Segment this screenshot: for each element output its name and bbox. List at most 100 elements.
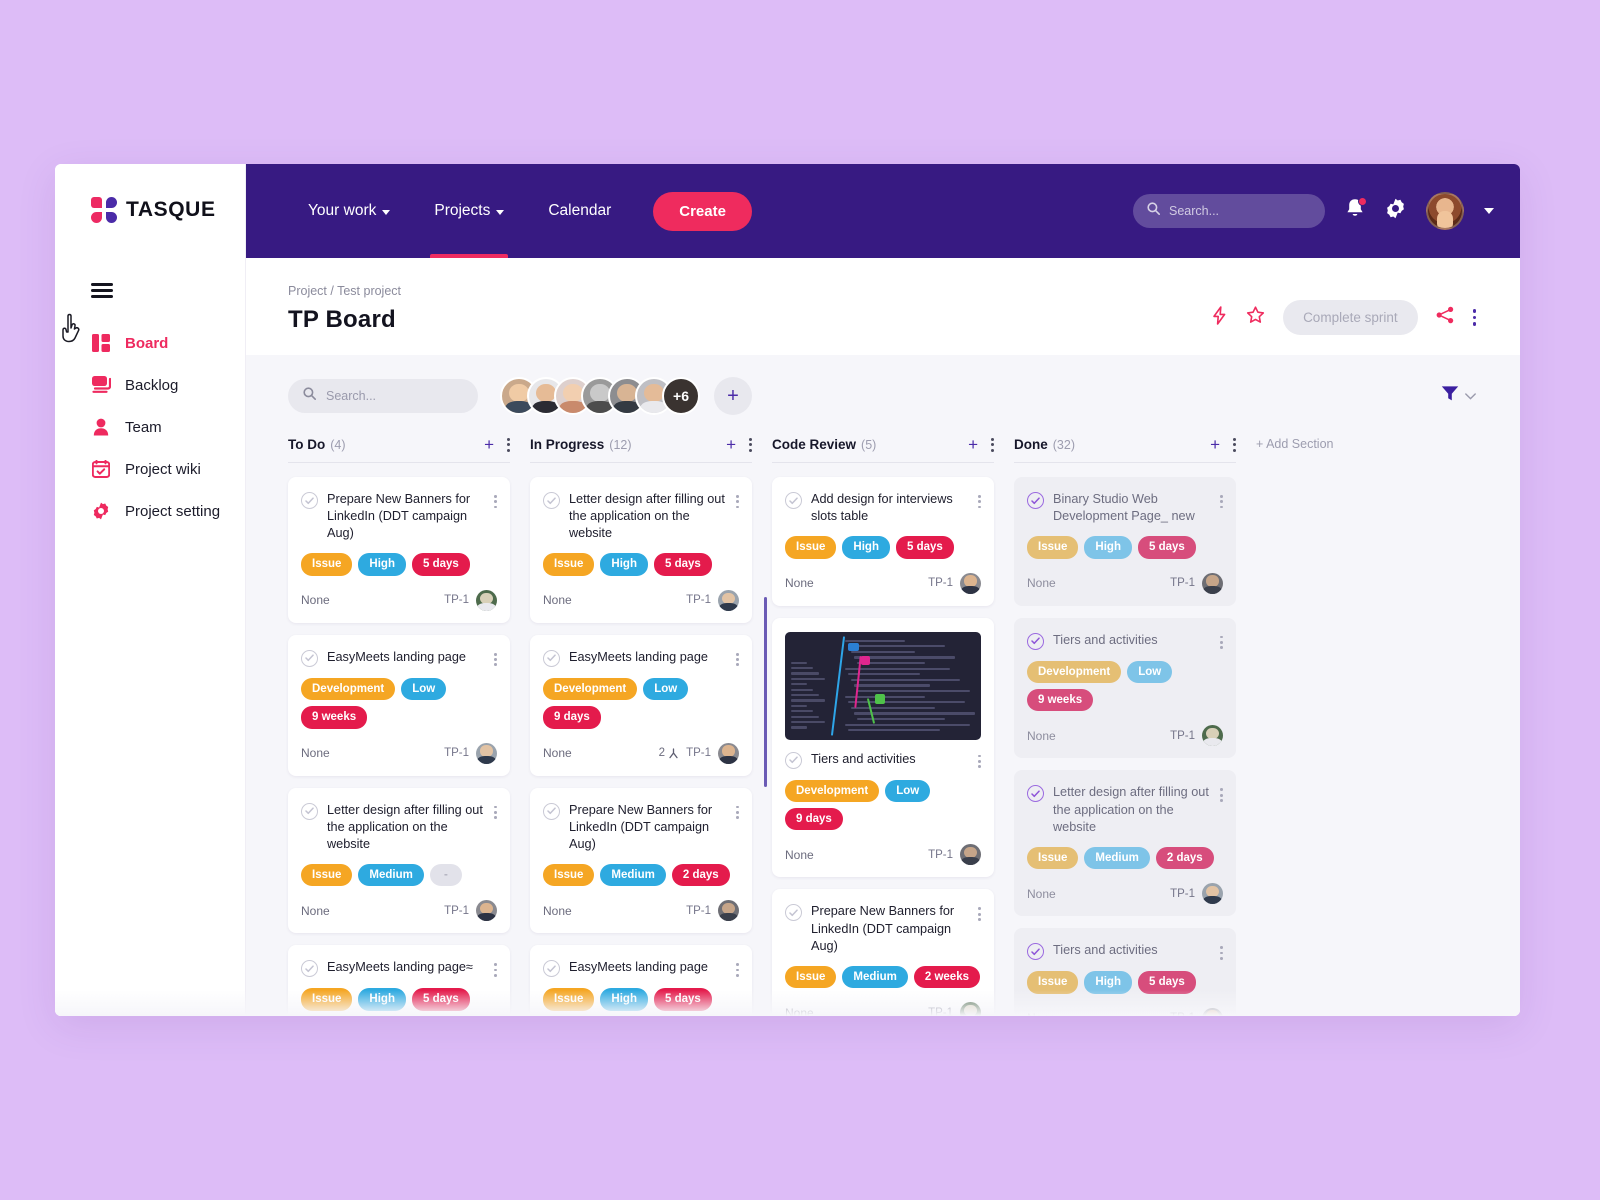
sidebar-item-project-wiki[interactable]: Project wiki <box>55 448 245 490</box>
task-checkbox[interactable] <box>785 904 802 922</box>
task-card[interactable]: Letter design after filling out the appl… <box>288 787 510 934</box>
star-icon[interactable] <box>1246 305 1265 330</box>
task-assignee-avatar[interactable] <box>1202 725 1223 747</box>
task-card[interactable]: Prepare New Banners for LinkedIn (DDT ca… <box>288 477 510 623</box>
task-card[interactable]: Tiers and activities Development Low 9 week… <box>1014 617 1236 759</box>
column-menu-button[interactable] <box>1233 437 1236 452</box>
task-card[interactable]: Prepare New Banners for LinkedIn (DDT ca… <box>530 787 752 934</box>
badge-priority: High <box>1084 971 1132 994</box>
task-assignee-avatar[interactable] <box>960 1002 981 1016</box>
task-checkbox[interactable] <box>1027 785 1044 803</box>
task-checkbox[interactable] <box>543 649 560 667</box>
task-menu-button[interactable] <box>494 649 497 667</box>
task-card[interactable]: Tiers and activities Development Low 9 days… <box>772 617 994 878</box>
global-search[interactable] <box>1133 194 1325 228</box>
task-assignee-avatar[interactable] <box>476 900 497 922</box>
task-assignee-avatar[interactable] <box>960 572 981 594</box>
create-button[interactable]: Create <box>653 191 752 231</box>
task-card[interactable]: Prepare New Banners for LinkedIn (DDT ca… <box>772 889 994 1016</box>
task-checkbox[interactable] <box>543 492 560 509</box>
task-checkbox[interactable] <box>301 802 318 820</box>
task-assignee-avatar[interactable] <box>476 742 497 764</box>
column-menu-button[interactable] <box>507 437 510 452</box>
task-menu-button[interactable] <box>494 802 497 819</box>
task-menu-button[interactable] <box>494 491 497 509</box>
task-menu-button[interactable] <box>1220 942 1223 960</box>
task-checkbox[interactable] <box>301 492 318 509</box>
task-assignee-avatar[interactable] <box>1202 1007 1223 1016</box>
task-card[interactable]: EasyMeets landing page Development Low 9 we… <box>288 634 510 776</box>
task-checkbox[interactable] <box>1027 632 1044 650</box>
board-search[interactable] <box>288 379 478 413</box>
task-card[interactable]: EasyMeets landing pageIssueHigh5 daysNon… <box>530 945 752 1016</box>
column-menu-button[interactable] <box>991 437 994 452</box>
add-card-button[interactable]: + <box>968 436 978 453</box>
task-menu-button[interactable] <box>978 903 981 921</box>
task-checkbox[interactable] <box>1027 492 1044 509</box>
filter-button[interactable] <box>1441 385 1476 407</box>
task-checkbox[interactable] <box>785 751 802 769</box>
add-card-button[interactable]: + <box>484 436 494 453</box>
task-menu-button[interactable] <box>1220 784 1223 802</box>
task-assignee-avatar[interactable] <box>718 589 739 611</box>
task-card[interactable]: Tiers and activities IssueHigh5 days None T… <box>1014 928 1236 1016</box>
task-assignee-avatar[interactable] <box>960 844 981 866</box>
task-card[interactable]: Add design for interviews slots table Iss… <box>772 477 994 606</box>
complete-sprint-button[interactable]: Complete sprint <box>1283 300 1418 335</box>
settings-button[interactable] <box>1385 198 1406 224</box>
sidebar-collapse-button[interactable] <box>91 283 113 298</box>
add-section-button[interactable]: + Add Section <box>1256 437 1476 1016</box>
task-card[interactable]: EasyMeets landing page Development Low 9 da… <box>530 634 752 776</box>
task-card[interactable]: Binary Studio Web Development Page_ new I… <box>1014 477 1236 606</box>
task-epic: None <box>1027 886 1056 901</box>
topnav-item-your-work[interactable]: Your work <box>286 164 412 258</box>
task-menu-button[interactable] <box>736 959 739 977</box>
task-assignee-avatar[interactable] <box>476 589 497 611</box>
user-avatar[interactable] <box>1426 192 1464 230</box>
app-logo[interactable]: TASQUE <box>55 164 245 223</box>
task-checkbox[interactable] <box>1027 943 1044 961</box>
share-icon[interactable] <box>1436 306 1455 329</box>
task-card[interactable]: EasyMeets landing page≈IssueHigh5 daysNo… <box>288 945 510 1016</box>
breadcrumb: Project / Test project <box>288 284 402 298</box>
sidebar-item-backlog[interactable]: Backlog <box>55 364 245 406</box>
add-card-button[interactable]: + <box>726 436 736 453</box>
board-search-input[interactable] <box>326 389 463 403</box>
task-menu-button[interactable] <box>978 491 981 509</box>
task-menu-button[interactable] <box>1220 491 1223 509</box>
column-scrollbar[interactable] <box>764 597 767 787</box>
task-card[interactable]: Letter design after filling out the appl… <box>530 477 752 623</box>
avatar-overflow[interactable]: +6 <box>662 377 700 415</box>
add-card-button[interactable]: + <box>1210 436 1220 453</box>
notifications-button[interactable] <box>1345 197 1367 224</box>
task-assignee-avatar[interactable] <box>718 742 739 764</box>
global-search-input[interactable] <box>1169 204 1311 218</box>
task-menu-button[interactable] <box>494 959 497 977</box>
topnav-item-projects[interactable]: Projects <box>412 164 526 258</box>
task-menu-button[interactable] <box>736 491 739 509</box>
task-assignee-avatar[interactable] <box>718 900 739 922</box>
task-badges: Issue Medium 2 weeks <box>785 965 981 989</box>
lightning-icon[interactable] <box>1211 305 1228 330</box>
task-footer: None TP-1 <box>1027 883 1223 905</box>
sidebar-item-team[interactable]: Team <box>55 406 245 448</box>
task-menu-button[interactable] <box>736 649 739 667</box>
task-checkbox[interactable] <box>543 802 560 820</box>
sidebar-item-project-setting[interactable]: Project setting <box>55 490 245 532</box>
task-checkbox[interactable] <box>301 649 318 667</box>
task-checkbox[interactable] <box>785 492 802 509</box>
add-member-button[interactable]: + <box>714 377 752 415</box>
task-menu-button[interactable] <box>1220 632 1223 650</box>
task-assignee-avatar[interactable] <box>1202 883 1223 905</box>
topnav-item-calendar[interactable]: Calendar <box>526 164 633 258</box>
task-menu-button[interactable] <box>978 751 981 769</box>
task-checkbox[interactable] <box>301 960 318 978</box>
task-card[interactable]: Letter design after filling out the appl… <box>1014 770 1236 917</box>
task-checkbox[interactable] <box>543 960 560 978</box>
task-title: Prepare New Banners for LinkedIn (DDT ca… <box>327 492 471 541</box>
task-assignee-avatar[interactable] <box>1202 572 1223 594</box>
column-menu-button[interactable] <box>749 437 752 452</box>
more-options-button[interactable] <box>1472 309 1476 326</box>
task-menu-button[interactable] <box>736 802 739 819</box>
chevron-down-icon[interactable] <box>1484 208 1494 214</box>
